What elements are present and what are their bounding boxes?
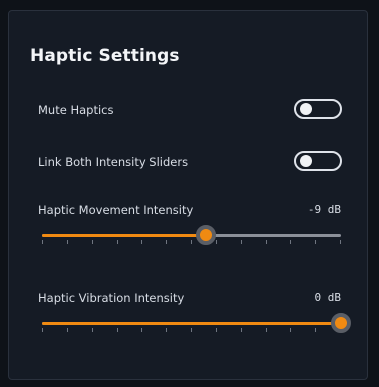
- link-sliders-toggle[interactable]: [294, 151, 342, 171]
- mute-haptics-toggle[interactable]: [294, 99, 342, 119]
- link-sliders-label: Link Both Intensity Sliders: [38, 155, 189, 169]
- slider-tick: [92, 328, 93, 332]
- slider-tick: [315, 328, 316, 332]
- slider-tick: [191, 328, 192, 332]
- slider-ticks: [42, 240, 341, 245]
- slider-tick: [340, 240, 341, 244]
- slider-tick: [241, 240, 242, 244]
- toggle-knob: [300, 103, 312, 115]
- slider-tick: [216, 240, 217, 244]
- slider-tick: [92, 240, 93, 244]
- slider-tick: [266, 328, 267, 332]
- slider-tick: [241, 328, 242, 332]
- mute-haptics-label: Mute Haptics: [38, 103, 114, 117]
- slider-tick: [191, 240, 192, 244]
- slider-tick: [67, 240, 68, 244]
- movement-intensity-label: Haptic Movement Intensity: [38, 203, 194, 217]
- slider-ticks: [42, 328, 341, 333]
- vibration-intensity-value: 0 dB: [314, 291, 342, 304]
- movement-intensity-value: -9 dB: [307, 203, 341, 216]
- slider-fill: [42, 234, 207, 237]
- slider-tick: [216, 328, 217, 332]
- panel-title: Haptic Settings: [30, 46, 180, 66]
- slider-tick: [117, 328, 118, 332]
- slider-tick: [67, 328, 68, 332]
- slider-tick: [117, 240, 118, 244]
- vibration-intensity-slider[interactable]: [42, 312, 351, 336]
- movement-intensity-slider[interactable]: [42, 224, 341, 248]
- slider-tick: [141, 240, 142, 244]
- slider-tick: [315, 240, 316, 244]
- vibration-intensity-label: Haptic Vibration Intensity: [38, 291, 185, 305]
- slider-tick: [290, 328, 291, 332]
- slider-fill: [42, 322, 341, 325]
- slider-tick: [166, 328, 167, 332]
- toggle-knob: [300, 155, 312, 167]
- slider-tick: [290, 240, 291, 244]
- slider-thumb[interactable]: [331, 313, 351, 333]
- slider-tick: [266, 240, 267, 244]
- slider-tick: [42, 328, 43, 332]
- slider-tick: [141, 328, 142, 332]
- slider-tick: [42, 240, 43, 244]
- slider-tick: [166, 240, 167, 244]
